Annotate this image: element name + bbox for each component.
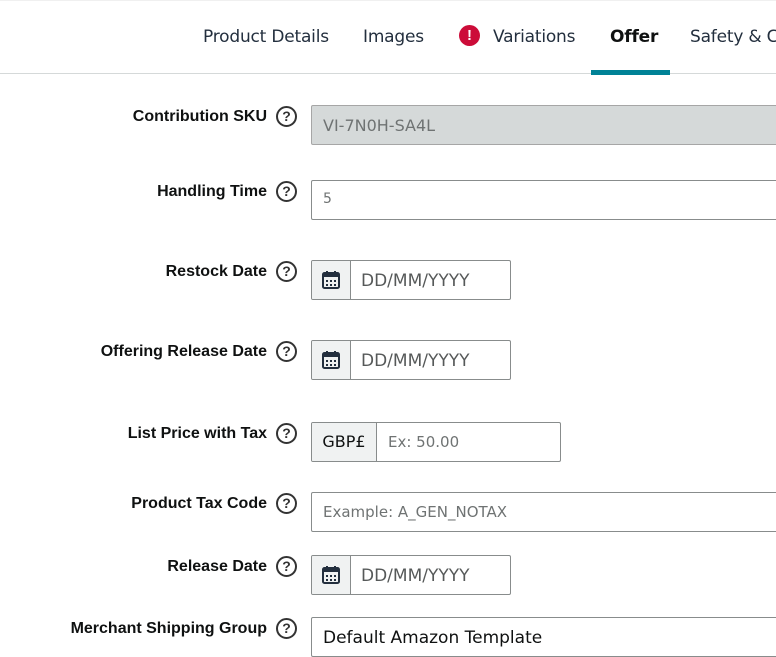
tab-safety-compliance[interactable]: Safety & Co xyxy=(690,27,776,47)
list-price-input[interactable]: GBP£ Ex: 50.00 xyxy=(311,422,561,462)
product-tax-code-label: Product Tax Code xyxy=(131,495,267,512)
handling-time-input[interactable]: 5 xyxy=(311,180,776,220)
help-icon[interactable]: ? xyxy=(276,423,297,444)
calendar-button[interactable] xyxy=(312,556,351,594)
help-icon[interactable]: ? xyxy=(276,341,297,362)
restock-date-placeholder: DD/MM/YYYY xyxy=(361,271,470,291)
handling-time-value: 5 xyxy=(323,191,332,207)
merchant-shipping-group-select[interactable]: Default Amazon Template xyxy=(311,617,776,657)
help-icon[interactable]: ? xyxy=(276,261,297,282)
currency-prefix: GBP£ xyxy=(312,423,377,461)
help-icon[interactable]: ? xyxy=(276,618,297,639)
restock-date-label: Restock Date xyxy=(165,263,267,280)
tab-images[interactable]: Images xyxy=(363,27,424,47)
contribution-sku-input: VI-7N0H-SA4L xyxy=(311,105,776,145)
help-icon[interactable]: ? xyxy=(276,106,297,127)
tab-product-details[interactable]: Product Details xyxy=(203,27,329,47)
contribution-sku-value: VI-7N0H-SA4L xyxy=(323,116,436,135)
calendar-icon xyxy=(322,351,340,369)
help-icon[interactable]: ? xyxy=(276,181,297,202)
help-icon[interactable]: ? xyxy=(276,556,297,577)
offering-release-date-placeholder: DD/MM/YYYY xyxy=(361,351,470,371)
tab-offer[interactable]: Offer xyxy=(610,27,658,47)
product-tax-code-placeholder: Example: A_GEN_NOTAX xyxy=(323,503,508,521)
list-price-placeholder: Ex: 50.00 xyxy=(388,433,460,451)
merchant-shipping-group-value: Default Amazon Template xyxy=(323,628,543,648)
calendar-icon xyxy=(322,566,340,584)
alert-icon: ! xyxy=(459,25,480,46)
release-date-label: Release Date xyxy=(167,558,267,575)
handling-time-label: Handling Time xyxy=(157,183,267,200)
list-price-label: List Price with Tax xyxy=(127,425,267,442)
product-tax-code-input[interactable]: Example: A_GEN_NOTAX xyxy=(311,492,776,532)
merchant-shipping-group-label: Merchant Shipping Group xyxy=(70,620,267,637)
active-tab-indicator xyxy=(591,70,670,75)
offering-release-date-label: Offering Release Date xyxy=(100,343,267,360)
tab-variations[interactable]: Variations xyxy=(493,27,575,47)
calendar-icon xyxy=(322,271,340,289)
tab-bar: Product Details Images ! Variations Offe… xyxy=(0,0,776,75)
help-icon[interactable]: ? xyxy=(276,493,297,514)
offering-release-date-input[interactable]: DD/MM/YYYY xyxy=(311,340,511,380)
restock-date-input[interactable]: DD/MM/YYYY xyxy=(311,260,511,300)
calendar-button[interactable] xyxy=(312,261,351,299)
release-date-input[interactable]: DD/MM/YYYY xyxy=(311,555,511,595)
calendar-button[interactable] xyxy=(312,341,351,379)
release-date-placeholder: DD/MM/YYYY xyxy=(361,566,470,586)
contribution-sku-label: Contribution SKU xyxy=(132,108,267,125)
